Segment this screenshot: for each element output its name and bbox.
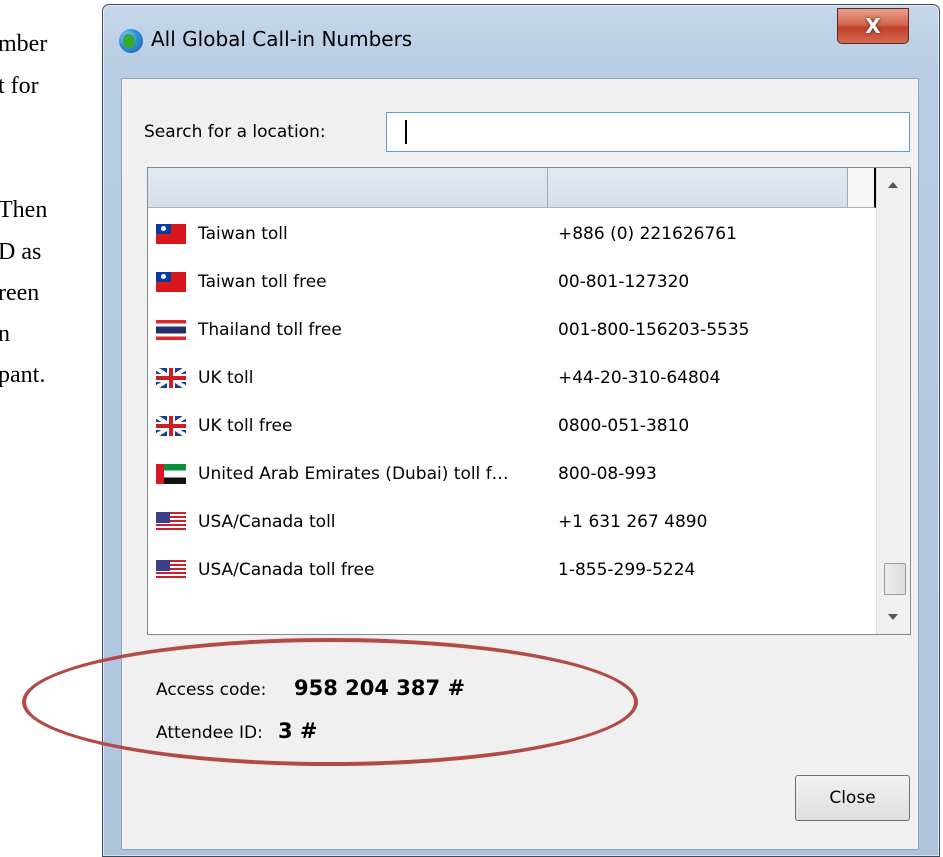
phone-number: +886 (0) 221626761: [558, 224, 737, 244]
phone-number: 001-800-156203-5535: [558, 320, 750, 340]
usa-flag-icon: [156, 560, 186, 580]
phone-number: 00-801-127320: [558, 272, 690, 292]
location-name: United Arab Emirates (Dubai) toll f…: [198, 464, 509, 484]
vertical-scrollbar[interactable]: [876, 168, 910, 634]
doc-line: t for: [0, 73, 39, 99]
doc-line: mber: [0, 31, 48, 57]
close-icon: X: [865, 14, 881, 38]
doc-line: pant.: [0, 362, 46, 388]
list-item[interactable]: Thailand toll free 001-800-156203-5535: [148, 308, 878, 356]
list-item[interactable]: USA/Canada toll free 1-855-299-5224: [148, 548, 878, 596]
annotation-ellipse: [22, 638, 638, 766]
location-search-input[interactable]: [386, 112, 910, 152]
uk-flag-icon: [156, 416, 186, 436]
location-name: UK toll: [198, 368, 254, 388]
doc-line: D as: [0, 239, 42, 265]
list-item[interactable]: UK toll free 0800-051-3810: [148, 404, 878, 452]
phone-number: 800-08-993: [558, 464, 657, 484]
scroll-up-icon[interactable]: [888, 182, 898, 188]
location-name: Taiwan toll free: [198, 272, 327, 292]
call-in-number-list[interactable]: Taiwan toll +886 (0) 221626761 Taiwan to…: [147, 167, 911, 635]
taiwan-flag-icon: [156, 224, 186, 244]
location-name: Taiwan toll: [198, 224, 288, 244]
close-button[interactable]: Close: [795, 775, 910, 821]
uae-flag-icon: [156, 464, 186, 484]
doc-line: reen: [0, 280, 40, 306]
usa-flag-icon: [156, 512, 186, 532]
taiwan-flag-icon: [156, 272, 186, 292]
scrollbar-thumb[interactable]: [884, 563, 906, 595]
phone-number: 1-855-299-5224: [558, 560, 696, 580]
location-name: USA/Canada toll free: [198, 560, 375, 580]
window-title: All Global Call-in Numbers: [151, 27, 413, 51]
doc-line: n: [0, 321, 10, 347]
location-name: Thailand toll free: [198, 320, 342, 340]
phone-number: +1 631 267 4890: [558, 512, 708, 532]
thailand-flag-icon: [156, 320, 186, 340]
phone-number: +44-20-310-64804: [558, 368, 721, 388]
column-header-location[interactable]: [148, 168, 548, 208]
title-bar[interactable]: All Global Call-in Numbers X: [103, 5, 939, 53]
location-name: UK toll free: [198, 416, 293, 436]
location-name: USA/Canada toll: [198, 512, 336, 532]
window-close-button[interactable]: X: [837, 8, 909, 44]
list-item[interactable]: USA/Canada toll +1 631 267 4890: [148, 500, 878, 548]
column-header-number[interactable]: [548, 168, 848, 208]
search-label: Search for a location:: [144, 122, 326, 142]
list-item[interactable]: UK toll +44-20-310-64804: [148, 356, 878, 404]
list-item[interactable]: United Arab Emirates (Dubai) toll f… 800…: [148, 452, 878, 500]
column-header-filler: [848, 168, 876, 208]
text-caret: [405, 120, 407, 144]
list-item[interactable]: Taiwan toll +886 (0) 221626761: [148, 212, 878, 260]
scroll-down-icon[interactable]: [888, 614, 898, 620]
list-item[interactable]: Taiwan toll free 00-801-127320: [148, 260, 878, 308]
globe-icon: [119, 29, 143, 53]
phone-number: 0800-051-3810: [558, 416, 690, 436]
uk-flag-icon: [156, 368, 186, 388]
doc-line: Then: [0, 197, 48, 223]
